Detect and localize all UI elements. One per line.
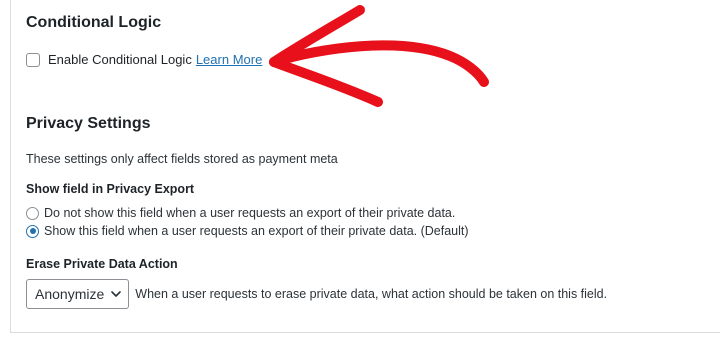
erase-action-label: Erase Private Data Action: [26, 257, 178, 271]
privacy-export-label: Show field in Privacy Export: [26, 182, 195, 196]
erase-action-selected[interactable]: Anonymize: [35, 286, 104, 302]
radio-show-export-label[interactable]: Show this field when a user requests an …: [44, 224, 469, 238]
radio-hide-export-label[interactable]: Do not show this field when a user reque…: [44, 206, 455, 220]
conditional-logic-row: Enable Conditional Logic Learn More: [26, 52, 262, 67]
privacy-settings-heading: Privacy Settings: [26, 115, 151, 132]
enable-conditional-logic-label[interactable]: Enable Conditional Logic: [48, 52, 192, 67]
conditional-logic-heading: Conditional Logic: [26, 14, 162, 31]
enable-conditional-logic-checkbox[interactable]: [26, 52, 40, 67]
radio-show-export[interactable]: [26, 224, 39, 238]
privacy-export-option-hide[interactable]: Do not show this field when a user reque…: [26, 206, 455, 220]
erase-action-row: Anonymize When a user requests to erase …: [26, 279, 607, 309]
privacy-export-option-show[interactable]: Show this field when a user requests an …: [26, 224, 469, 238]
chevron-down-icon: [111, 291, 122, 297]
radio-hide-export[interactable]: [26, 206, 39, 220]
privacy-description: These settings only affect fields stored…: [26, 152, 338, 166]
erase-action-select[interactable]: Anonymize: [26, 279, 130, 309]
learn-more-link[interactable]: Learn More: [196, 52, 262, 67]
erase-action-help: When a user requests to erase private da…: [135, 287, 608, 301]
